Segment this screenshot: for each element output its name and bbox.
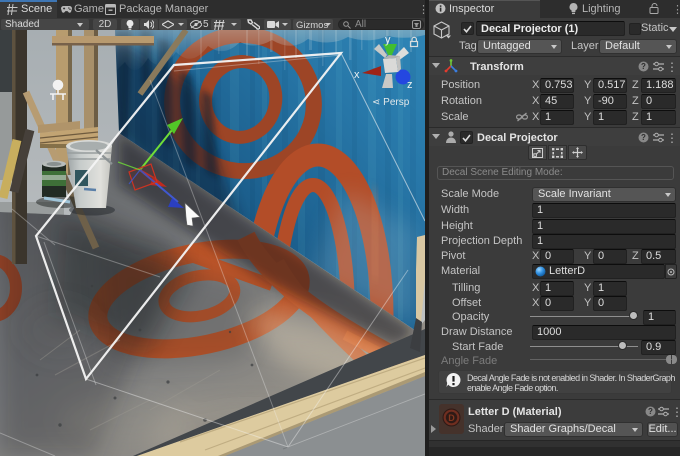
svg-text:x: x — [354, 69, 360, 81]
svg-text:y: y — [385, 34, 391, 46]
svg-text:?: ? — [641, 133, 646, 142]
svg-text:z: z — [407, 79, 413, 91]
svg-text:D: D — [448, 413, 455, 423]
svg-text:?: ? — [641, 62, 646, 71]
svg-text:⋖ Persp: ⋖ Persp — [372, 97, 410, 108]
svg-text:?: ? — [648, 407, 653, 416]
